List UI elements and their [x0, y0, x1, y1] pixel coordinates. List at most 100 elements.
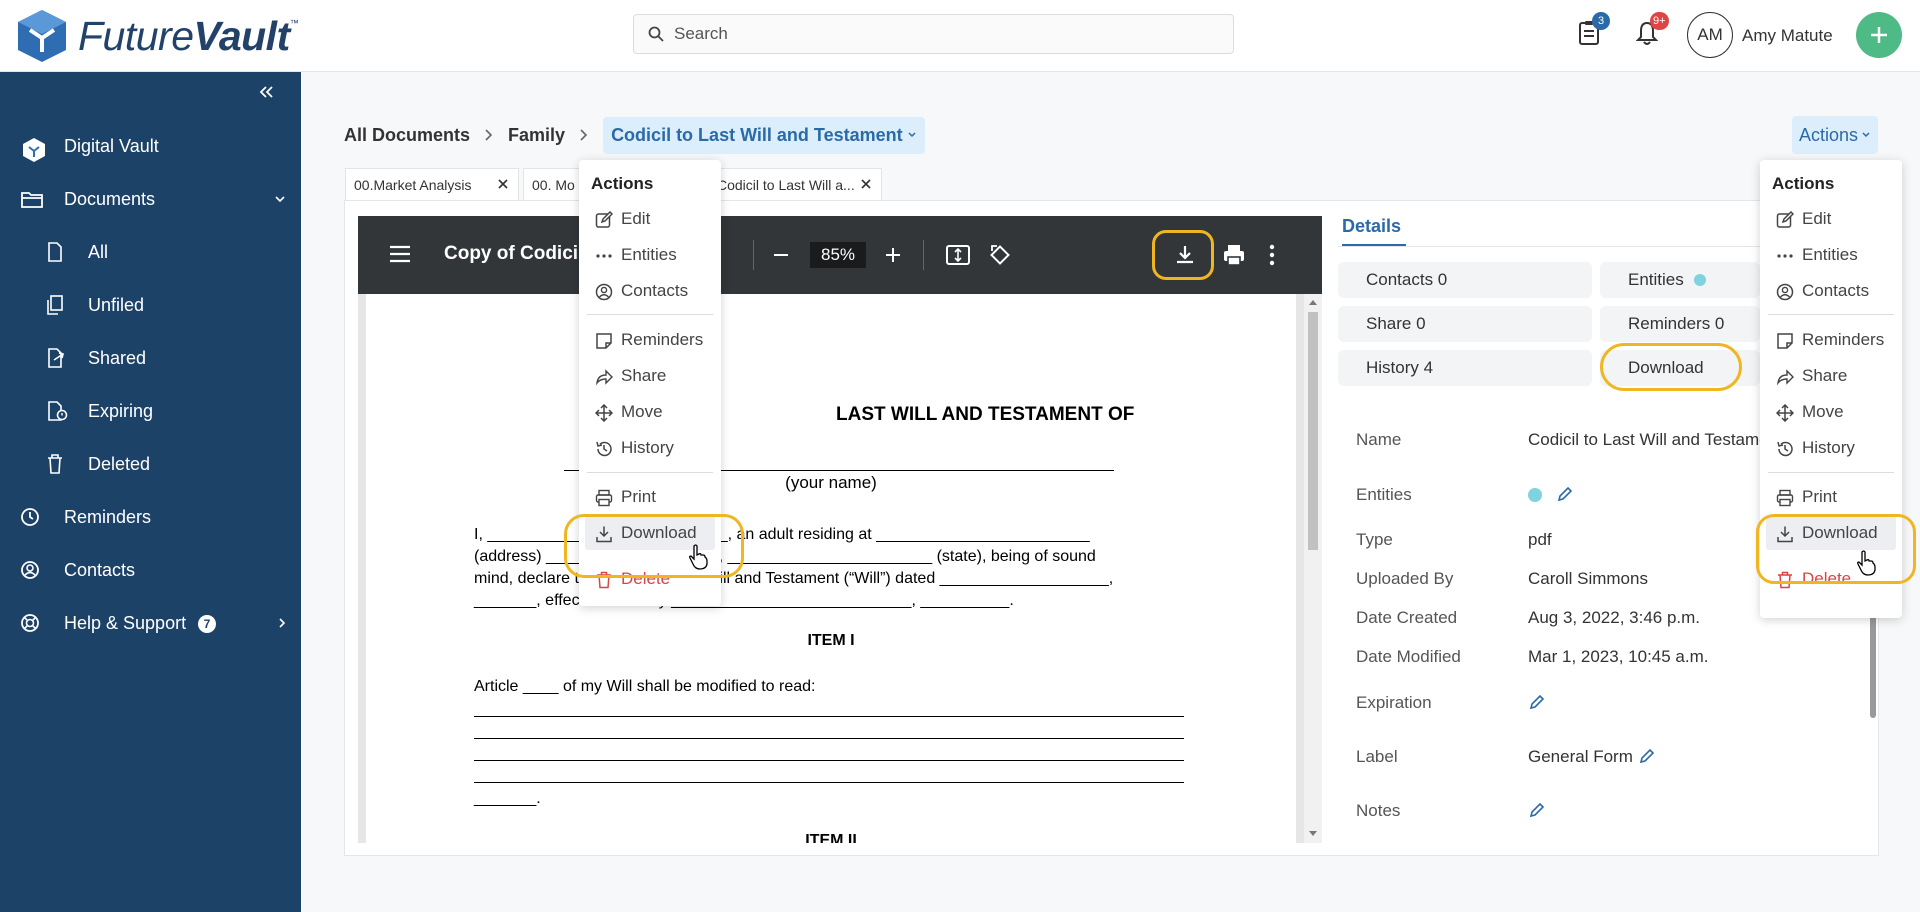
entities-pill-label: Entities: [1628, 270, 1684, 289]
sidebar-item-label: Digital Vault: [64, 135, 159, 156]
menu-item-share[interactable]: Share: [579, 359, 721, 393]
sidebar-item-label: Expiring: [88, 400, 154, 421]
menu-item-entities[interactable]: Entities: [1760, 238, 1902, 272]
pencil-icon[interactable]: [1528, 801, 1546, 819]
menu-item-move[interactable]: Move: [1760, 395, 1902, 429]
menu-icon[interactable]: [388, 244, 412, 264]
menu-item-share[interactable]: Share: [1760, 359, 1902, 393]
entities-pill[interactable]: Entities: [1600, 262, 1760, 298]
close-icon[interactable]: [859, 177, 873, 191]
user-name[interactable]: Amy Matute: [1742, 26, 1833, 46]
menu-divider: [1768, 314, 1894, 315]
menu-item-edit[interactable]: Edit: [1760, 202, 1902, 236]
breadcrumb-current-document[interactable]: Codicil to Last Will and Testament: [603, 116, 925, 154]
add-button[interactable]: [1856, 12, 1902, 58]
pdf-scroll-thumb[interactable]: [1308, 312, 1318, 550]
menu-item-label: Edit: [621, 209, 651, 228]
document-tab[interactable]: 00. Mo: [523, 168, 583, 200]
menu-divider: [1768, 472, 1894, 473]
pencil-icon[interactable]: [1528, 693, 1546, 711]
menu-item-move[interactable]: Move: [579, 395, 721, 429]
fit-page-icon[interactable]: [946, 244, 970, 266]
sidebar-item-label: Contacts: [64, 559, 136, 580]
scroll-up-icon[interactable]: [1308, 298, 1318, 306]
breadcrumb-all-documents[interactable]: All Documents: [344, 125, 470, 146]
more-vertical-icon[interactable]: [1268, 243, 1276, 267]
field-label: Entities: [1356, 485, 1412, 504]
help-badge: 7: [198, 615, 216, 633]
printer-icon[interactable]: [1222, 243, 1246, 267]
sidebar-item-unfiled[interactable]: Unfiled: [0, 283, 301, 327]
breadcrumb-family[interactable]: Family: [508, 125, 565, 146]
pdf-toolbar: Copy of Codicil 85%: [358, 216, 1322, 294]
field-date-created-value: Aug 3, 2022, 3:46 p.m.: [1528, 608, 1701, 627]
entity-dot-icon: [1528, 488, 1542, 502]
reminders-pill[interactable]: Reminders 0: [1600, 306, 1760, 342]
sidebar-item-shared[interactable]: Shared: [0, 336, 301, 380]
history-pill[interactable]: History 4: [1338, 350, 1592, 386]
chevron-down-icon: [275, 196, 285, 203]
sidebar-item-help-support[interactable]: Help & Support 7: [0, 601, 301, 645]
sidebar-item-deleted[interactable]: Deleted: [0, 442, 301, 486]
menu-item-label: Entities: [1802, 245, 1858, 264]
tab-details[interactable]: Details: [1342, 216, 1401, 237]
pdf-page: LAST WILL AND TESTAMENT OF (your name) I…: [366, 294, 1296, 843]
download-icon[interactable]: [1173, 243, 1197, 267]
menu-item-label: Contacts: [621, 281, 689, 300]
avatar[interactable]: AM: [1687, 12, 1733, 58]
zoom-in-icon[interactable]: [884, 246, 902, 264]
sidebar-item-digital-vault[interactable]: Digital Vault: [0, 124, 301, 168]
share-pill[interactable]: Share 0: [1338, 306, 1592, 342]
document-tab-active[interactable]: Codicil to Last Will a...: [700, 168, 882, 200]
pencil-icon[interactable]: [1638, 747, 1656, 765]
zoom-out-icon[interactable]: [772, 246, 790, 264]
note-icon: [1777, 333, 1793, 349]
search-bar[interactable]: [633, 14, 1234, 54]
collapse-sidebar-button[interactable]: [258, 84, 274, 100]
menu-item-history[interactable]: History: [579, 431, 721, 465]
sidebar-item-contacts[interactable]: Contacts: [0, 548, 301, 592]
document-tab[interactable]: 00.Market Analysis: [345, 168, 519, 200]
menu-item-history[interactable]: History: [1760, 431, 1902, 465]
toolbar-divider: [753, 240, 754, 270]
futurevault-logo[interactable]: FutureVault ™: [12, 6, 299, 66]
contacts-pill[interactable]: Contacts 0: [1338, 262, 1592, 298]
search-input[interactable]: [674, 24, 1194, 44]
menu-item-reminders[interactable]: Reminders: [1760, 323, 1902, 357]
menu-item-delete[interactable]: Delete: [1760, 562, 1902, 596]
blank-line: [474, 782, 1184, 783]
pencil-icon[interactable]: [1556, 485, 1574, 503]
entity-dot-icon: [1693, 274, 1706, 286]
trash-icon: [46, 454, 64, 474]
documents-button[interactable]: 3: [1578, 12, 1610, 46]
notifications-button[interactable]: 9+: [1636, 12, 1669, 46]
sidebar-item-all[interactable]: All: [0, 230, 301, 274]
menu-item-label: Reminders: [1802, 330, 1885, 349]
sidebar-item-documents[interactable]: Documents: [0, 177, 301, 221]
menu-item-edit[interactable]: Edit: [579, 202, 721, 236]
menu-item-print[interactable]: Print: [579, 480, 721, 514]
edit-icon: [595, 211, 613, 228]
menu-item-download[interactable]: Download: [1766, 516, 1896, 550]
item-heading: ITEM II: [805, 832, 857, 843]
menu-item-entities[interactable]: Entities: [579, 238, 721, 272]
menu-item-contacts[interactable]: Contacts: [1760, 274, 1902, 308]
hand-cursor-icon: [1857, 550, 1876, 576]
menu-title: Actions: [591, 174, 654, 193]
blank-line: [474, 738, 1184, 739]
chevron-right-icon: [580, 129, 588, 141]
download-pill[interactable]: Download: [1600, 350, 1760, 386]
actions-button[interactable]: Actions: [1792, 116, 1878, 154]
sidebar-item-expiring[interactable]: Expiring: [0, 389, 301, 433]
rotate-icon[interactable]: [988, 243, 1012, 267]
menu-item-label: Move: [1802, 402, 1844, 421]
sidebar-item-reminders[interactable]: Reminders: [0, 495, 301, 539]
pdf-scrollbar[interactable]: [1304, 294, 1322, 843]
zoom-level[interactable]: 85%: [810, 242, 866, 268]
scroll-down-icon[interactable]: [1308, 830, 1318, 838]
menu-item-reminders[interactable]: Reminders: [579, 323, 721, 357]
close-icon[interactable]: [496, 177, 510, 191]
menu-item-label: History: [1802, 438, 1855, 457]
menu-item-print[interactable]: Print: [1760, 480, 1902, 514]
menu-item-contacts[interactable]: Contacts: [579, 274, 721, 308]
